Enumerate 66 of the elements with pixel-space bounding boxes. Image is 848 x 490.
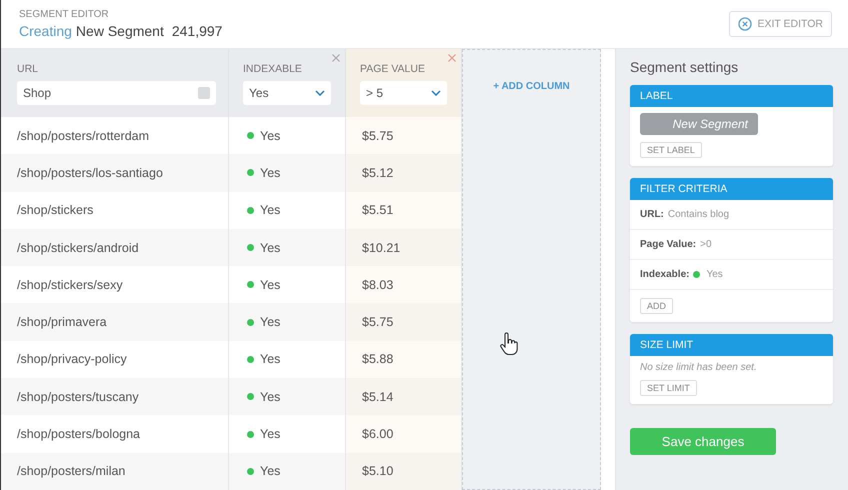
column-title: PAGE VALUE [360, 63, 426, 75]
status-dot [247, 206, 254, 214]
table-cell: /shop/stickers/android [1, 228, 229, 266]
status-dot [247, 393, 254, 400]
table-cell: $5.75 [346, 117, 462, 154]
size-limit-note: No size limit has been set. [640, 362, 758, 373]
save-changes-button[interactable]: Save changes [630, 428, 776, 455]
column-title: URL [17, 63, 40, 75]
table-cell: $5.10 [346, 452, 462, 490]
table-cell: $5.51 [346, 192, 462, 229]
chevron-down-icon [315, 90, 325, 96]
criterion-value: Contains blog [668, 209, 730, 220]
criterion-name: Indexable: [640, 269, 690, 280]
table-cell: Yes [229, 228, 346, 266]
status-dot [247, 281, 254, 288]
table-cell: Yes [229, 452, 346, 490]
table-cell: $5.14 [346, 378, 462, 416]
set-label-button[interactable]: SET LABEL [640, 142, 702, 158]
exit-editor-button[interactable]: EXIT EDITOR [729, 11, 832, 37]
status-dot [247, 132, 254, 140]
table-cell: /shop/posters/tuscany [1, 378, 229, 416]
close-icon[interactable] [448, 54, 456, 62]
segment-name: New Segment [76, 23, 164, 39]
table-cell: /shop/primavera [1, 303, 229, 341]
criterion-name: URL: [640, 209, 664, 220]
criterion-value: Yes [706, 269, 723, 280]
card-heading: LABEL [630, 85, 833, 107]
hand-cursor-icon [499, 332, 519, 356]
status-dot [693, 271, 700, 278]
status-dot [247, 318, 254, 326]
card-heading: SIZE LIMIT [630, 334, 833, 356]
criterion-name: Page Value: [640, 239, 696, 250]
segment-count: 241,997 [172, 23, 222, 39]
filter-field[interactable]: Shop [17, 81, 216, 105]
column-title: INDEXABLE [243, 63, 303, 75]
status-dot [247, 244, 254, 252]
status-text: Creating [19, 23, 72, 39]
table-cell: $10.21 [346, 228, 462, 266]
set-limit-button[interactable]: SET LIMIT [640, 380, 697, 396]
table-cell: $5.75 [346, 303, 462, 341]
table-cell: Yes [229, 378, 346, 416]
criterion-value: >0 [700, 239, 712, 250]
chevron-down-icon [431, 90, 441, 96]
card-heading: FILTER CRITERIA [630, 178, 833, 200]
sidebar-title: Segment settings [630, 59, 740, 75]
table-cell: $8.03 [346, 266, 462, 304]
add-criterion-button[interactable]: ADD [640, 298, 674, 314]
status-dot [247, 430, 254, 438]
filter-select[interactable]: Yes [243, 81, 331, 105]
close-icon [738, 17, 752, 31]
clear-icon[interactable] [198, 87, 210, 99]
status-dot [247, 356, 254, 363]
add-column-link[interactable]: + ADD COLUMN [493, 81, 570, 93]
table-cell: $5.88 [346, 340, 462, 378]
table-cell: Yes [229, 154, 346, 192]
table-cell: /shop/posters/milan [1, 452, 229, 490]
segment-label: New Segment [640, 113, 758, 135]
filter-select[interactable]: > 5 [360, 81, 447, 105]
status-dot [247, 169, 254, 176]
editor-overline: SEGMENT EDITOR [19, 9, 110, 20]
table-cell: /shop/posters/los-santiago [1, 154, 229, 192]
table-cell: $5.12 [346, 154, 462, 192]
close-icon[interactable] [332, 54, 340, 62]
table-cell: Yes [229, 303, 346, 341]
table-cell: $6.00 [346, 415, 462, 453]
status-dot [247, 468, 254, 475]
